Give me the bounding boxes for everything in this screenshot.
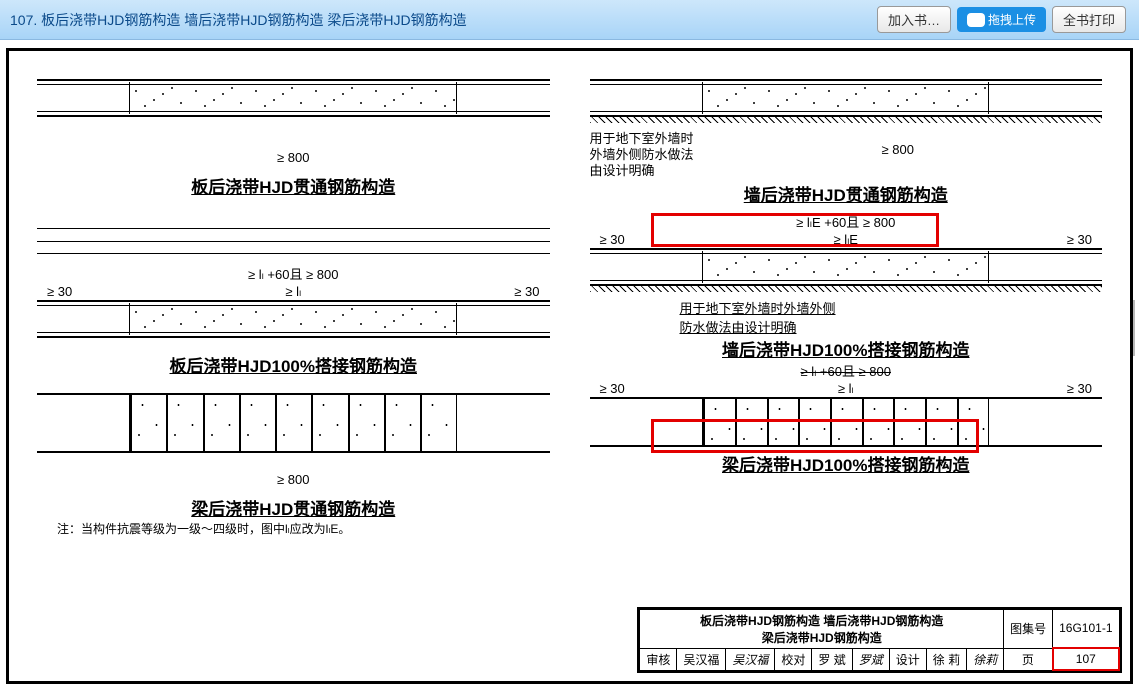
waterproof-hatch-1 [590, 117, 1103, 123]
tb-吴汉福sig: 吴汉福 [726, 648, 775, 670]
tb-row1a: 板后浇带HJD钢筋构造 墙后浇带HJD钢筋构造 [646, 612, 997, 629]
beam-stirrup-diagram-1 [37, 393, 550, 453]
dim-800: ≥ 800 [277, 150, 309, 165]
waterproof-hatch-2 [590, 286, 1103, 292]
tb-吴汉福: 吴汉福 [677, 648, 726, 670]
highlight-box-1 [651, 213, 939, 247]
dim-30a: ≥ 30 [47, 284, 72, 300]
tb-atlas-val: 16G101-1 [1053, 609, 1119, 648]
note2a: 用于地下室外墙时外墙外侧 [680, 298, 1123, 317]
dim-ll60800: ≥ lₗ +60且 ≥ 800 [248, 267, 339, 282]
footnote: 注：当构件抗震等级为一级～四级时，图中lₗ应改为lₗE。 [57, 520, 570, 537]
dim-800b: ≥ 800 [277, 472, 309, 487]
note1c: 由设计明确 [590, 163, 694, 179]
note1b: 外墙外侧防水做法 [590, 147, 694, 163]
tb-校对: 校对 [775, 648, 812, 670]
wall-beam-diagram-1 [590, 79, 1103, 117]
title-block: 板后浇带HJD钢筋构造 墙后浇带HJD钢筋构造 梁后浇带HJD钢筋构造 图集号 … [637, 607, 1122, 674]
upload-button[interactable]: 拖拽上传 [957, 7, 1046, 32]
dim-30b: ≥ 30 [514, 284, 539, 300]
r-dim-30c: ≥ 30 [600, 381, 625, 397]
r-dim-800: ≥ 800 [882, 142, 914, 157]
highlight-box-2 [651, 419, 979, 453]
beam-title-1: 梁后浇带HJD贯通钢筋构造 [17, 495, 570, 520]
tb-atlas-label: 图集号 [1004, 609, 1053, 648]
r-dim-30a: ≥ 30 [600, 232, 625, 248]
tb-罗斌sig: 罗斌 [852, 648, 889, 670]
slab-beam-diagram-2 [37, 300, 550, 338]
slab-title-2: 板后浇带HJD100%搭接钢筋构造 [17, 352, 570, 377]
wall-beam-diagram-2 [590, 248, 1103, 286]
beam-title-2: 梁后浇带HJD100%搭接钢筋构造 [570, 451, 1123, 476]
note2b: 防水做法由设计明确 [680, 317, 1123, 336]
cloud-icon [967, 13, 985, 27]
r-dim-ll60800b: ≥ lₗ +60且 ≥ 800 [800, 364, 891, 379]
add-bookmark-button[interactable]: 加入书… [877, 6, 951, 33]
print-all-button[interactable]: 全书打印 [1052, 6, 1126, 33]
dim-ll: ≥ lₗ [285, 284, 301, 300]
rebar-line-1 [37, 228, 550, 254]
tb-徐莉: 徐 莉 [926, 648, 966, 670]
tb-徐莉sig: 徐莉 [967, 648, 1004, 670]
r-dim-30b: ≥ 30 [1067, 232, 1092, 248]
tb-罗斌: 罗 斌 [812, 648, 852, 670]
r-dim-ll: ≥ lₗ [838, 381, 854, 397]
tb-row1b: 梁后浇带HJD钢筋构造 [646, 629, 997, 646]
r-dim-30d: ≥ 30 [1067, 381, 1092, 397]
document-page: ≥ 800 板后浇带HJD贯通钢筋构造 ≥ lₗ +60且 ≥ 800 ≥ 30… [6, 48, 1133, 684]
tb-设计: 设计 [889, 648, 926, 670]
slab-beam-diagram-1 [37, 79, 550, 117]
wall-title-1: 墙后浇带HJD贯通钢筋构造 [570, 181, 1123, 206]
tb-审核: 审核 [640, 648, 677, 670]
upload-label: 拖拽上传 [988, 11, 1036, 28]
slab-title-1: 板后浇带HJD贯通钢筋构造 [17, 173, 570, 198]
page-title: 107. 板后浇带HJD钢筋构造 墙后浇带HJD钢筋构造 梁后浇带HJD钢筋构造 [10, 10, 874, 30]
tb-页: 页 [1004, 648, 1053, 670]
tb-页val: 107 [1053, 648, 1119, 670]
note1a: 用于地下室外墙时 [590, 131, 694, 147]
wall-title-2: 墙后浇带HJD100%搭接钢筋构造 [570, 336, 1123, 361]
